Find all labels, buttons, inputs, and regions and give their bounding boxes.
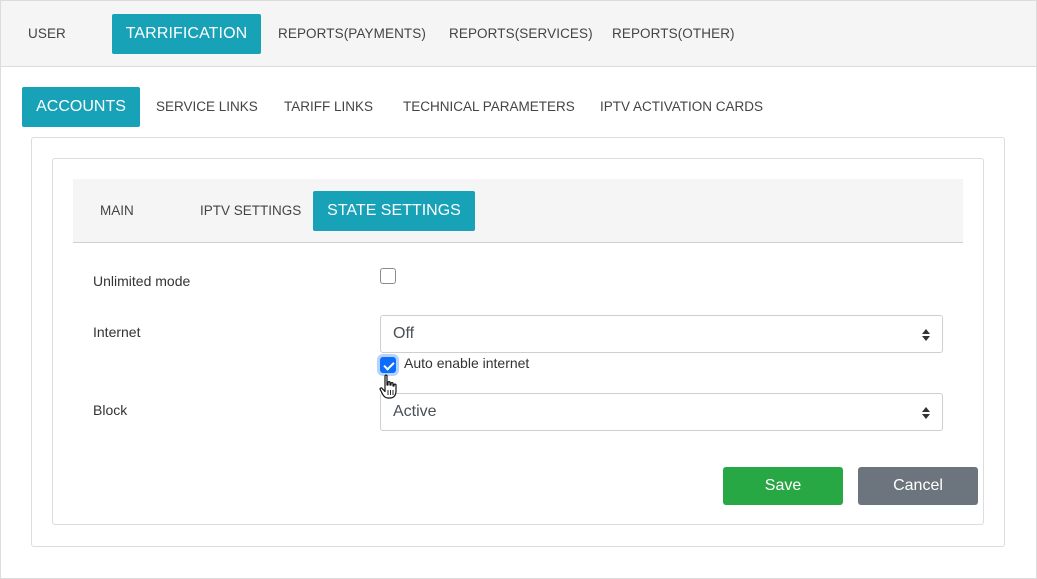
subnav-service-links[interactable]: SERVICE LINKS (156, 87, 258, 127)
block-select-value: Active (393, 403, 437, 420)
auto-enable-internet-checkbox[interactable] (380, 357, 396, 373)
subnav-accounts[interactable]: ACCOUNTS (22, 87, 140, 127)
save-button[interactable]: Save (723, 467, 843, 505)
internet-label: Internet (93, 324, 141, 340)
internet-select-value: Off (393, 325, 415, 342)
select-arrows-icon (922, 407, 930, 419)
hand-cursor-icon (379, 374, 397, 399)
nav-tarrification[interactable]: TARRIFICATION (112, 14, 261, 54)
internet-select[interactable]: Off (380, 315, 943, 353)
unlimited-mode-checkbox[interactable] (380, 268, 396, 284)
subnav-iptv-activation-cards[interactable]: IPTV ACTIVATION CARDS (600, 87, 763, 127)
tab-state-settings[interactable]: STATE SETTINGS (313, 191, 475, 231)
cancel-button[interactable]: Cancel (858, 467, 978, 505)
unlimited-mode-label: Unlimited mode (93, 273, 191, 289)
nav-reports-payments[interactable]: REPORTS(PAYMENTS) (278, 14, 426, 54)
tab-main[interactable]: MAIN (100, 191, 134, 231)
select-arrows-icon (922, 329, 930, 341)
subnav-technical-parameters[interactable]: TECHNICAL PARAMETERS (403, 87, 575, 127)
nav-user[interactable]: USER (28, 14, 66, 54)
nav-reports-services[interactable]: REPORTS(SERVICES) (449, 14, 593, 54)
block-label: Block (93, 402, 128, 418)
tab-iptv-settings[interactable]: IPTV SETTINGS (200, 191, 301, 231)
block-select[interactable]: Active (380, 393, 943, 431)
subnav-tariff-links[interactable]: TARIFF LINKS (284, 87, 373, 127)
nav-reports-other[interactable]: REPORTS(OTHER) (612, 14, 735, 54)
auto-enable-internet-label: Auto enable internet (404, 355, 530, 371)
